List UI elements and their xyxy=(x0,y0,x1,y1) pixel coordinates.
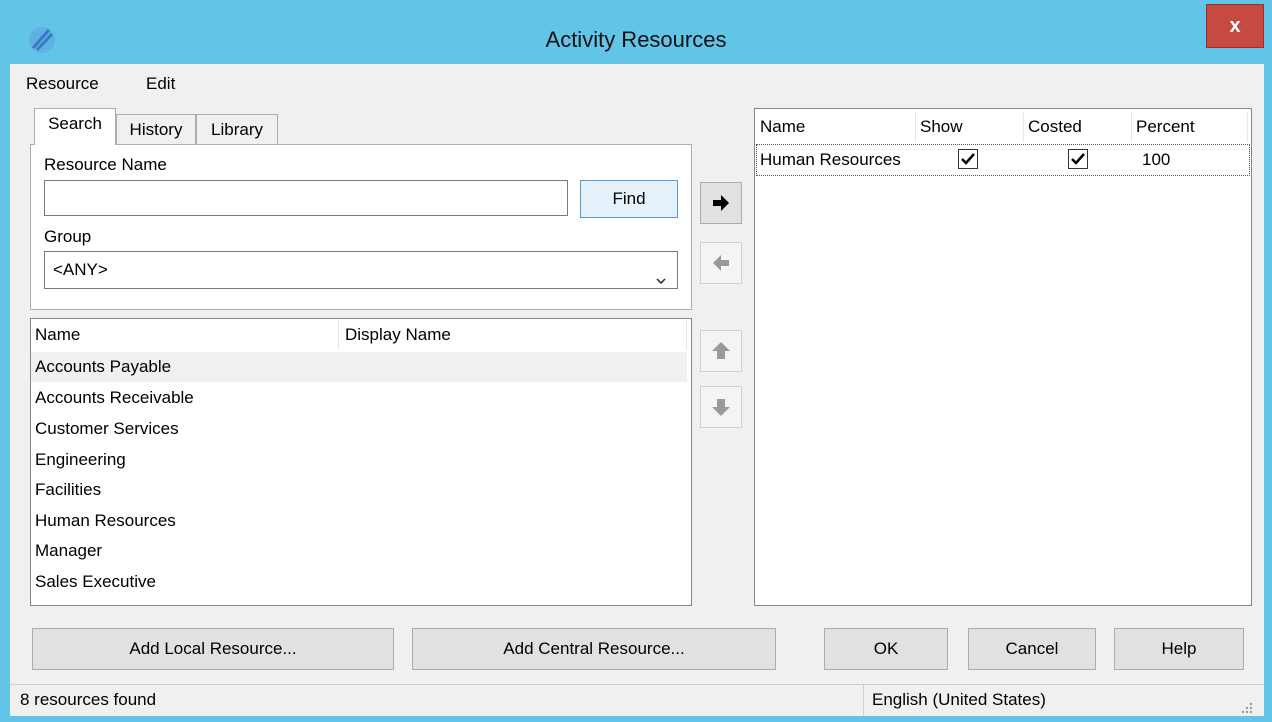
move-down-button[interactable] xyxy=(700,386,742,428)
ok-button[interactable]: OK xyxy=(824,628,948,670)
assigned-resource-name: Human Resources xyxy=(760,150,901,169)
assigned-list xyxy=(754,108,1252,606)
list-item[interactable]: Accounts Payable xyxy=(31,352,687,382)
cancel-button[interactable]: Cancel xyxy=(968,628,1096,670)
menu-edit[interactable]: Edit xyxy=(146,72,175,96)
arrow-left-icon xyxy=(713,255,729,271)
list-item[interactable]: Human Resources xyxy=(31,506,687,536)
list-item[interactable]: Engineering xyxy=(31,445,687,475)
find-button[interactable]: Find xyxy=(580,180,678,218)
col-costed[interactable]: Costed xyxy=(1024,112,1132,142)
menu-resource[interactable]: Resource xyxy=(26,72,99,96)
add-central-resource-button[interactable]: Add Central Resource... xyxy=(412,628,776,670)
arrow-up-icon xyxy=(712,342,730,359)
arrow-down-icon xyxy=(712,399,730,416)
list-item[interactable]: Facilities xyxy=(31,475,687,505)
list-item[interactable]: Manager xyxy=(31,536,687,566)
tab-library[interactable]: Library xyxy=(196,114,278,146)
tab-search[interactable]: Search xyxy=(34,108,116,145)
remove-arrow-button[interactable] xyxy=(700,242,742,284)
group-label: Group xyxy=(44,227,92,246)
col-name[interactable]: Name xyxy=(31,320,339,350)
col-percent[interactable]: Percent xyxy=(1132,112,1248,142)
checkmark-icon xyxy=(1071,153,1085,165)
resource-name-label: Resource Name xyxy=(44,155,167,174)
status-count: 8 resources found xyxy=(14,684,864,716)
add-arrow-button[interactable] xyxy=(700,182,742,224)
move-up-button[interactable] xyxy=(700,330,742,372)
show-checkbox[interactable] xyxy=(958,149,978,169)
tab-history[interactable]: History xyxy=(116,114,196,146)
window-title: Activity Resources xyxy=(545,27,727,52)
costed-checkbox[interactable] xyxy=(1068,149,1088,169)
col-assigned-name[interactable]: Name xyxy=(756,112,916,142)
add-local-resource-button[interactable]: Add Local Resource... xyxy=(32,628,394,670)
help-button[interactable]: Help xyxy=(1114,628,1244,670)
resource-name-input[interactable] xyxy=(44,180,568,216)
close-button[interactable]: x xyxy=(1206,4,1264,48)
percent-value: 100 xyxy=(1142,150,1171,169)
col-display-name[interactable]: Display Name xyxy=(341,320,687,350)
status-locale: English (United States) xyxy=(872,690,1046,709)
resize-grip-icon[interactable] xyxy=(1238,700,1254,714)
group-select[interactable]: <ANY> xyxy=(44,251,678,289)
list-item[interactable]: Customer Services xyxy=(31,414,687,444)
chevron-down-icon xyxy=(655,264,667,300)
col-show[interactable]: Show xyxy=(916,112,1024,142)
checkmark-icon xyxy=(961,153,975,165)
list-item[interactable]: Sales Executive xyxy=(31,567,687,597)
arrow-right-icon xyxy=(713,195,729,211)
list-item[interactable]: Accounts Receivable xyxy=(31,383,687,413)
